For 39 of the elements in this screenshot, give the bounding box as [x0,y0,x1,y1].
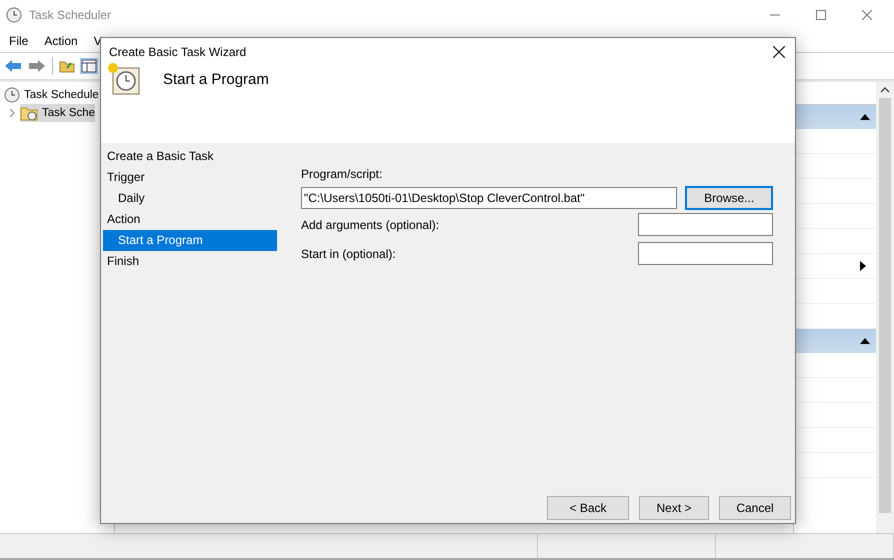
wizard-step[interactable]: Trigger [103,167,277,188]
program-field[interactable]: "C:\Users\1050ti-01\Desktop\Stop CleverControl.bat" [301,187,678,209]
wizard-step[interactable]: Action [103,209,277,230]
close-icon[interactable] [773,46,785,58]
clock-icon [6,7,22,23]
wizard-button[interactable]: < Back [547,496,629,520]
window-title: Task Scheduler [29,8,112,22]
wizard-step[interactable]: Create a Basic Task [103,146,277,167]
panel-icon[interactable] [81,59,97,73]
wizard-button[interactable]: Next > [639,496,709,520]
wizard-step[interactable]: Finish [103,251,277,272]
task-clock-icon [107,62,141,96]
scroll-up-icon[interactable] [880,87,890,93]
menu-item[interactable]: Action [44,34,78,48]
back-arrow-icon[interactable] [4,59,22,73]
field-label: Start in (optional): [301,246,396,260]
scrollbar[interactable] [876,82,894,533]
input-field[interactable] [638,213,773,236]
field-label: Add arguments (optional): [301,218,440,232]
clock-icon [4,87,20,103]
submenu-arrow-icon[interactable] [860,261,866,271]
field-label: Program/script: [301,167,384,183]
folder-icon[interactable] [59,59,75,73]
browse-button[interactable]: Browse... [685,186,773,210]
forward-arrow-icon[interactable] [28,59,46,73]
tree-item[interactable]: Task Schedule [4,86,114,104]
wizard-button[interactable]: Cancel [719,496,791,520]
input-field[interactable] [638,242,773,265]
wizard-step[interactable]: Start a Program [103,230,277,251]
maximize-icon[interactable] [816,10,826,20]
dialog-title: Create Basic Task Wizard [109,45,246,59]
expand-chevron-icon[interactable] [8,109,16,117]
folder-clock-icon [20,105,38,121]
collapse-arrow-icon[interactable] [860,114,870,120]
wizard-step[interactable]: Daily [103,188,277,209]
collapse-arrow-icon[interactable] [860,338,870,344]
wizard-heading: Start a Program [163,70,269,88]
tree-item[interactable]: Task Sche [20,104,96,122]
menu-item[interactable]: File [9,34,28,48]
